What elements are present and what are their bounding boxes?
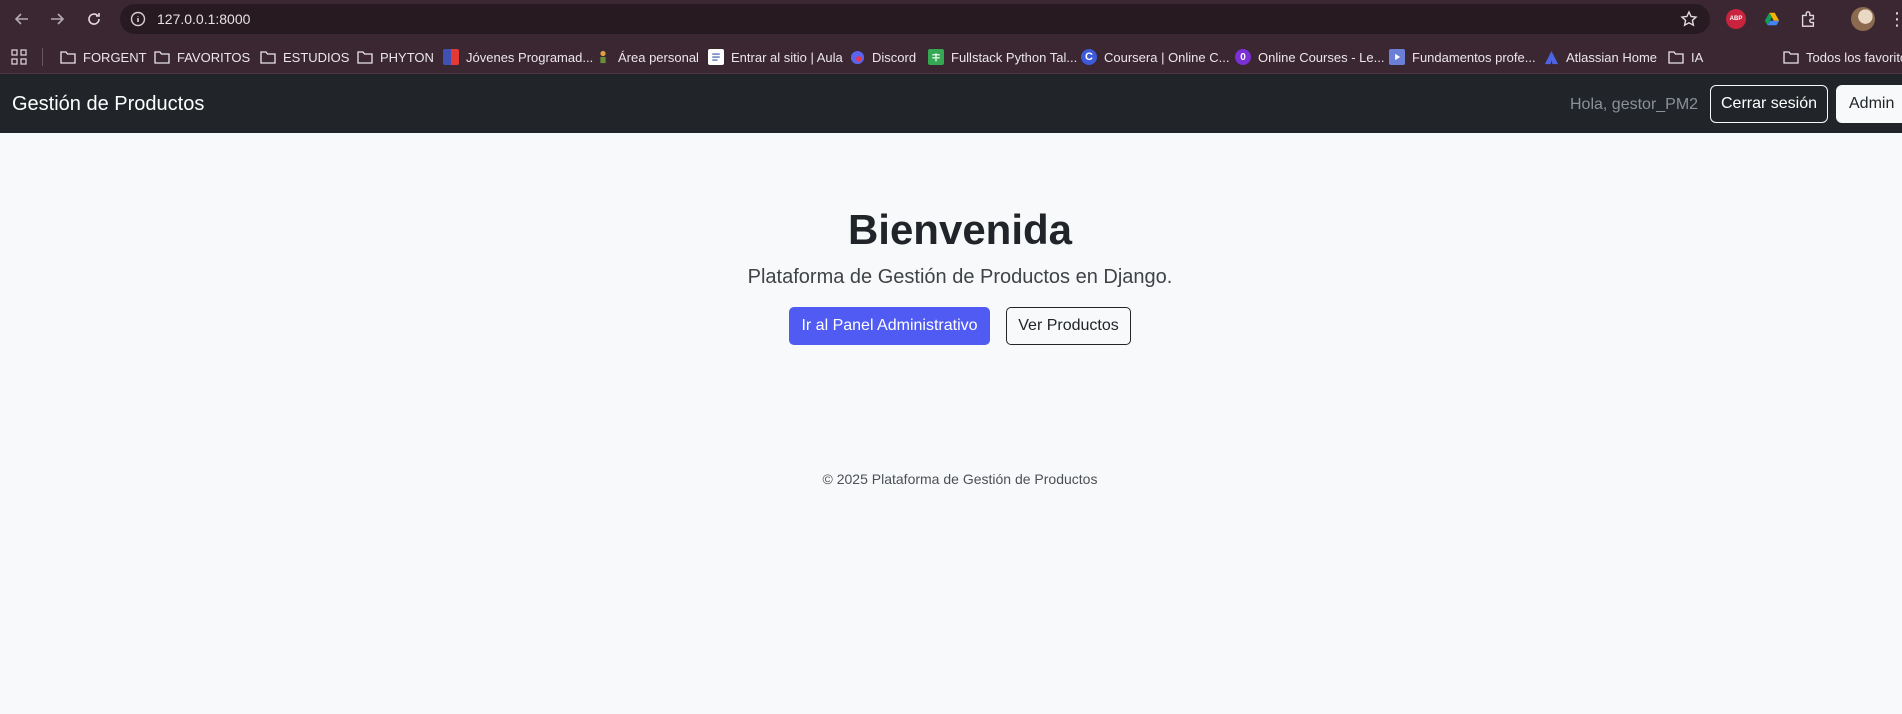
bookmark-label: Todos los favoritos [1806, 49, 1902, 65]
bookmark-label: Fullstack Python Tal... [951, 49, 1078, 65]
folder-icon [1668, 49, 1684, 65]
bookmark-label: FAVORITOS [177, 49, 251, 65]
profile-avatar[interactable] [1851, 7, 1875, 31]
discord-icon [849, 49, 865, 65]
drive-extension-icon[interactable] [1762, 9, 1782, 29]
forward-arrow-icon [51, 13, 65, 25]
bookmark-discord[interactable]: Discord [849, 47, 916, 67]
bookmark-online-courses[interactable]: 0 Online Courses - Le... [1235, 47, 1384, 67]
navbar-brand[interactable]: Gestión de Productos [12, 92, 204, 116]
bookmark-label: Coursera | Online C... [1104, 49, 1230, 65]
bookmark-coursera[interactable]: C Coursera | Online C... [1081, 47, 1229, 67]
bookmark-atlassian[interactable]: Atlassian Home [1543, 47, 1657, 67]
atlassian-icon [1543, 49, 1559, 65]
view-products-button[interactable]: Ver Productos [1006, 307, 1131, 345]
document-favicon-icon [708, 49, 724, 65]
logout-button[interactable]: Cerrar sesión [1710, 85, 1828, 123]
bookmark-star-icon[interactable] [1680, 10, 1698, 28]
bookmark-jovenes-programadores[interactable]: Jóvenes Programad... [443, 47, 593, 67]
bookmark-label: Jóvenes Programad... [466, 49, 594, 65]
bookmark-folder-forgent[interactable]: FORGENT [60, 47, 147, 67]
page-footer: © 2025 Plataforma de Gestión de Producto… [822, 471, 1098, 487]
browser-toolbar: 127.0.0.1:8000 ABP ⋮ [0, 0, 1902, 38]
page-title: Bienvenida [847, 206, 1073, 253]
bookmark-label: IA [1691, 49, 1704, 65]
bookmark-folder-phyton[interactable]: PHYTON [357, 47, 434, 67]
bookmark-label: ESTUDIOS [283, 49, 350, 65]
coursera-icon: C [1081, 49, 1097, 65]
folder-icon [260, 49, 276, 65]
bookmark-folder-todos[interactable]: Todos los favoritos [1783, 47, 1902, 67]
bookmark-label: Discord [872, 49, 917, 65]
url-text[interactable]: 127.0.0.1:8000 [157, 11, 250, 27]
folder-icon [1783, 49, 1799, 65]
person-favicon-icon [595, 49, 611, 65]
adblock-extension-icon[interactable]: ABP [1726, 9, 1746, 29]
page-subtitle: Plataforma de Gestión de Productos en Dj… [747, 266, 1173, 288]
bookmark-label: PHYTON [380, 49, 434, 65]
bookmark-folder-estudios[interactable]: ESTUDIOS [260, 47, 349, 67]
bookmark-label: Online Courses - Le... [1258, 49, 1385, 65]
apps-grid-icon[interactable] [11, 49, 27, 65]
bookmarks-divider [42, 48, 43, 66]
bookmarks-bar: FORGENT FAVORITOS ESTUDIOS PHYTON Jóvene… [0, 38, 1902, 74]
video-favicon-icon [1389, 49, 1405, 65]
sheets-icon [928, 49, 944, 65]
bookmark-label: FORGENT [83, 49, 147, 65]
bookmark-label: Área personal [618, 49, 699, 65]
site-favicon-icon: 0 [1235, 49, 1251, 65]
bookmark-fundamentos[interactable]: Fundamentos profe... [1389, 47, 1536, 67]
bookmark-fullstack-python[interactable]: Fullstack Python Tal... [928, 47, 1077, 67]
bookmark-label: Atlassian Home [1566, 49, 1658, 65]
admin-panel-button[interactable]: Ir al Panel Administrativo [789, 307, 990, 345]
bookmark-folder-favoritos[interactable]: FAVORITOS [154, 47, 250, 67]
back-arrow-icon [14, 13, 28, 25]
bookmark-label: Fundamentos profe... [1412, 49, 1536, 65]
app-navbar: Gestión de Productos Hola, gestor_PM2 Ce… [0, 74, 1902, 133]
bookmark-folder-ia[interactable]: IA [1668, 47, 1703, 67]
admin-button[interactable]: Admin [1836, 85, 1902, 123]
back-button[interactable] [10, 7, 34, 31]
bookmark-label: Entrar al sitio | Aula [731, 49, 843, 65]
folder-icon [154, 49, 170, 65]
browser-menu-icon[interactable]: ⋮ [1888, 8, 1902, 30]
site-favicon-icon [443, 49, 459, 65]
address-bar[interactable]: 127.0.0.1:8000 [120, 4, 1710, 34]
reload-icon [88, 13, 100, 25]
extensions-puzzle-icon[interactable] [1798, 9, 1818, 29]
forward-button[interactable] [45, 7, 69, 31]
user-greeting: Hola, gestor_PM2 [1570, 96, 1699, 113]
bookmark-area-personal[interactable]: Área personal [595, 47, 699, 67]
reload-button[interactable] [82, 7, 106, 31]
site-info-icon[interactable] [130, 11, 146, 27]
folder-icon [357, 49, 373, 65]
folder-icon [60, 49, 76, 65]
bookmark-entrar-aula[interactable]: Entrar al sitio | Aula [708, 47, 843, 67]
